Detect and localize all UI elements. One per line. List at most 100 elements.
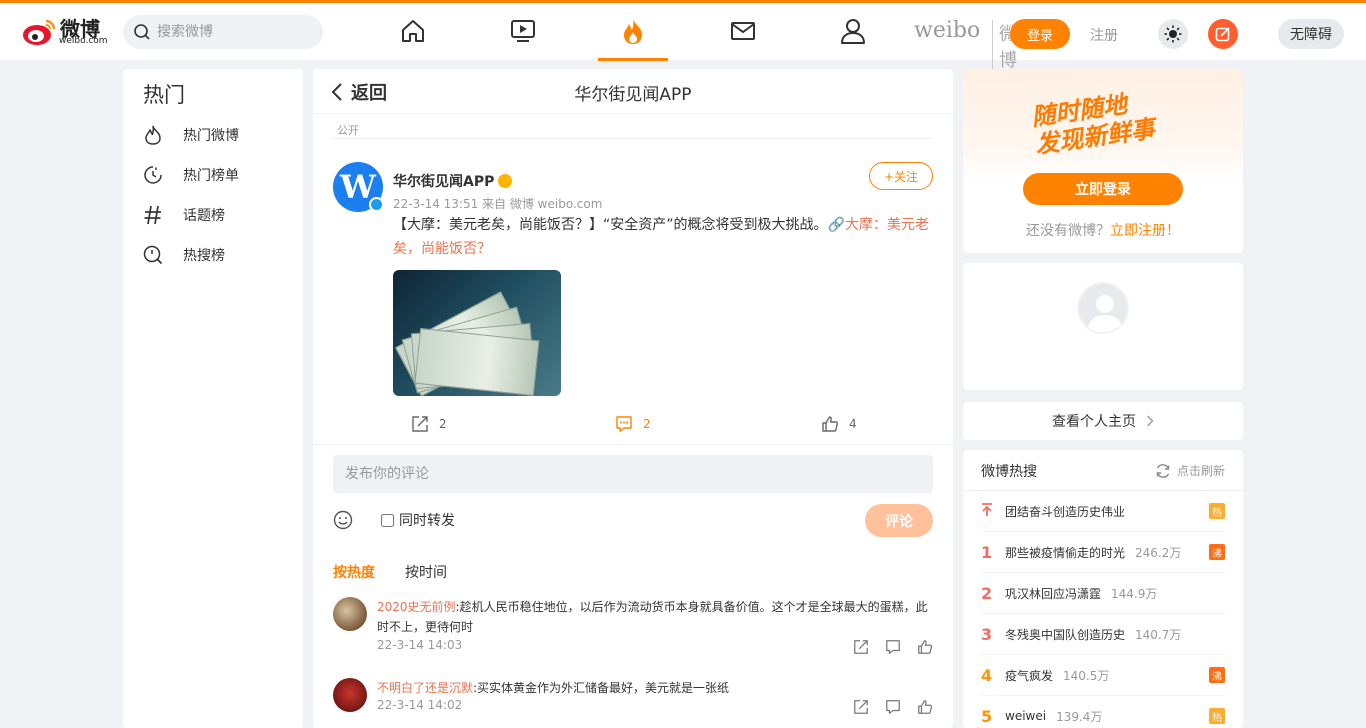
weibo-eye-icon <box>23 19 56 45</box>
refresh-button[interactable]: 点击刷新 <box>1155 462 1225 479</box>
login-now-button[interactable]: 立即登录 <box>1023 173 1183 205</box>
hot-item-count: 140.5万 <box>1063 668 1110 683</box>
hot-item-title: 巩汉林回应冯潇霆 <box>1005 586 1102 601</box>
view-profile-button[interactable]: 查看个人主页 <box>963 402 1243 440</box>
hot-badge: 热 <box>1209 503 1225 519</box>
share-icon[interactable] <box>853 639 869 655</box>
hot-item-title: 那些被疫情偷走的时光 <box>1005 545 1126 560</box>
share-icon <box>412 416 428 432</box>
commenter-name[interactable]: 不明白了还是沉默 <box>377 681 473 695</box>
post-text: 【大摩：美元老矣，尚能饭否？】“安全资产”的概念将受到极大挑战。 <box>393 217 828 233</box>
thumbs-up-icon[interactable] <box>917 639 933 655</box>
no-account-prompt: 还没有微博？立即注册！ <box>963 220 1243 240</box>
hot-search-item[interactable]: 4 疫气疯发 140.5万 沸 <box>981 655 1225 696</box>
sidebar-item-hot-weibo[interactable]: 热门微博 <box>143 123 293 147</box>
post-content: 【大摩：美元老矣，尚能饭否？】“安全资产”的概念将受到极大挑战。🔗大摩：美元老矣… <box>393 213 933 261</box>
commenter-avatar[interactable] <box>333 678 367 712</box>
comment-actions <box>853 639 933 655</box>
comment-icon[interactable] <box>885 699 901 715</box>
chevron-right-icon <box>1147 415 1154 427</box>
hot-rank: 5 <box>981 706 993 726</box>
post-author[interactable]: 华尔街见闻APP <box>393 171 513 191</box>
search-icon <box>134 24 150 40</box>
login-card: 随时随地 发现新鲜事 立即登录 还没有微博？立即注册！ <box>963 69 1243 253</box>
hot-search-item[interactable]: 团结奋斗创造历史伟业 热 <box>981 491 1225 532</box>
repost-count: 2 <box>439 417 447 431</box>
pinned-icon <box>981 502 1005 521</box>
top-bar: 微博 weibo.com 搜索微博 weibo 微博 登录 注册 无障碍 <box>0 0 1366 72</box>
hot-item-title: weiwei <box>1005 709 1047 723</box>
post-image[interactable] <box>393 270 561 396</box>
search-input[interactable] <box>157 24 307 40</box>
comment-text: :趁机人民币稳住地位，以后作为流动货币本身就具备价值。这个才是全球最大的蛋糕，此… <box>377 600 928 634</box>
nav-video[interactable] <box>509 17 537 45</box>
hot-search-item[interactable]: 1 那些被疫情偷走的时光 246.2万 沸 <box>981 532 1225 573</box>
weibo-logo[interactable]: 微博 weibo.com <box>22 13 112 49</box>
repost-checkbox[interactable] <box>381 513 394 527</box>
comment-input[interactable] <box>333 455 933 493</box>
register-link[interactable]: 注册 <box>1090 25 1118 45</box>
hashtag-icon <box>144 205 161 225</box>
post-meta: 22-3-14 13:51 来自 微博 weibo.com <box>393 197 603 211</box>
nav-profile[interactable] <box>839 17 867 45</box>
video-icon <box>511 20 535 42</box>
theme-toggle-button[interactable] <box>1158 19 1188 49</box>
default-avatar[interactable] <box>1077 282 1129 334</box>
login-button[interactable]: 登录 <box>1010 19 1070 49</box>
hot-item-title: 团结奋斗创造历史伟业 <box>1005 504 1126 519</box>
share-icon[interactable] <box>853 699 869 715</box>
sort-by-hot-tab[interactable]: 按热度 <box>333 562 375 582</box>
sidebar-item-topics[interactable]: 话题榜 <box>143 203 293 227</box>
hot-item-title: 冬残奥中国队创造历史 <box>1005 627 1126 642</box>
hot-search-item[interactable]: 2 巩汉林回应冯潇霆 144.9万 <box>981 573 1225 614</box>
follow-button[interactable]: +关注 <box>869 162 933 190</box>
comment-item: 2020史无前例:趁机人民币稳住地位，以后作为流动货币本身就具备价值。这个才是全… <box>333 597 933 657</box>
flame-icon <box>624 19 642 44</box>
hot-rank: 1 <box>981 542 993 562</box>
refresh-icon <box>1156 463 1170 478</box>
sidebar-item-hot-ranking[interactable]: 热门榜单 <box>143 163 293 187</box>
comment-icon[interactable] <box>885 639 901 655</box>
like-button[interactable]: 4 <box>821 415 857 433</box>
comment-body: 不明白了还是沉默:买实体黄金作为外汇储备最好，美元就是一张纸 <box>377 678 933 698</box>
boiling-badge: 沸 <box>1209 544 1225 560</box>
divider <box>313 444 953 445</box>
comment-time: 22-3-14 14:02 <box>377 698 463 712</box>
nav-home[interactable] <box>399 17 427 45</box>
divider <box>333 138 933 139</box>
repost-button[interactable]: 2 <box>411 415 447 433</box>
nav-messages[interactable] <box>729 17 757 45</box>
submit-comment-button[interactable]: 评论 <box>865 504 933 537</box>
page-title: 华尔街见闻APP <box>574 85 692 105</box>
boiling-badge: 沸 <box>1209 667 1225 683</box>
repost-option[interactable]: 同时转发 <box>381 510 455 530</box>
sidebar-item-label: 话题榜 <box>183 208 225 224</box>
comment-count: 2 <box>643 417 651 431</box>
sort-by-time-tab[interactable]: 按时间 <box>405 562 447 582</box>
brand-mark-text: weibo <box>914 18 981 43</box>
comment-time: 22-3-14 14:03 <box>377 638 463 652</box>
commenter-avatar[interactable] <box>333 597 367 631</box>
comment-body: 2020史无前例:趁机人民币稳住地位，以后作为流动货币本身就具备价值。这个才是全… <box>377 597 933 637</box>
nav-hot[interactable] <box>619 17 647 45</box>
emoji-button[interactable] <box>333 510 353 534</box>
sun-icon <box>1164 25 1182 43</box>
hot-item-count: 144.9万 <box>1111 586 1158 601</box>
comment-button[interactable]: 2 <box>615 415 651 433</box>
profile-card <box>963 263 1243 390</box>
hot-item-title: 疫气疯发 <box>1005 668 1054 683</box>
accessibility-button[interactable]: 无障碍 <box>1278 19 1344 49</box>
comment-text: :买实体黄金作为外汇储备最好，美元就是一张纸 <box>473 681 730 695</box>
sidebar-item-hot-search[interactable]: 热搜榜 <box>143 243 293 267</box>
comment-icon <box>616 416 632 432</box>
compose-icon <box>1215 27 1230 42</box>
chart-clock-icon <box>144 166 162 184</box>
register-now-link[interactable]: 立即注册！ <box>1110 223 1180 239</box>
slogan: 随时随地 发现新鲜事 <box>1030 87 1157 159</box>
compose-button[interactable] <box>1208 19 1238 49</box>
commenter-name[interactable]: 2020史无前例 <box>377 600 456 614</box>
hot-search-item[interactable]: 3 冬残奥中国队创造历史 140.7万 <box>981 614 1225 655</box>
search-box[interactable] <box>123 15 323 49</box>
hot-search-item[interactable]: 5 weiwei 139.4万 热 <box>981 696 1225 728</box>
thumbs-up-icon[interactable] <box>917 699 933 715</box>
